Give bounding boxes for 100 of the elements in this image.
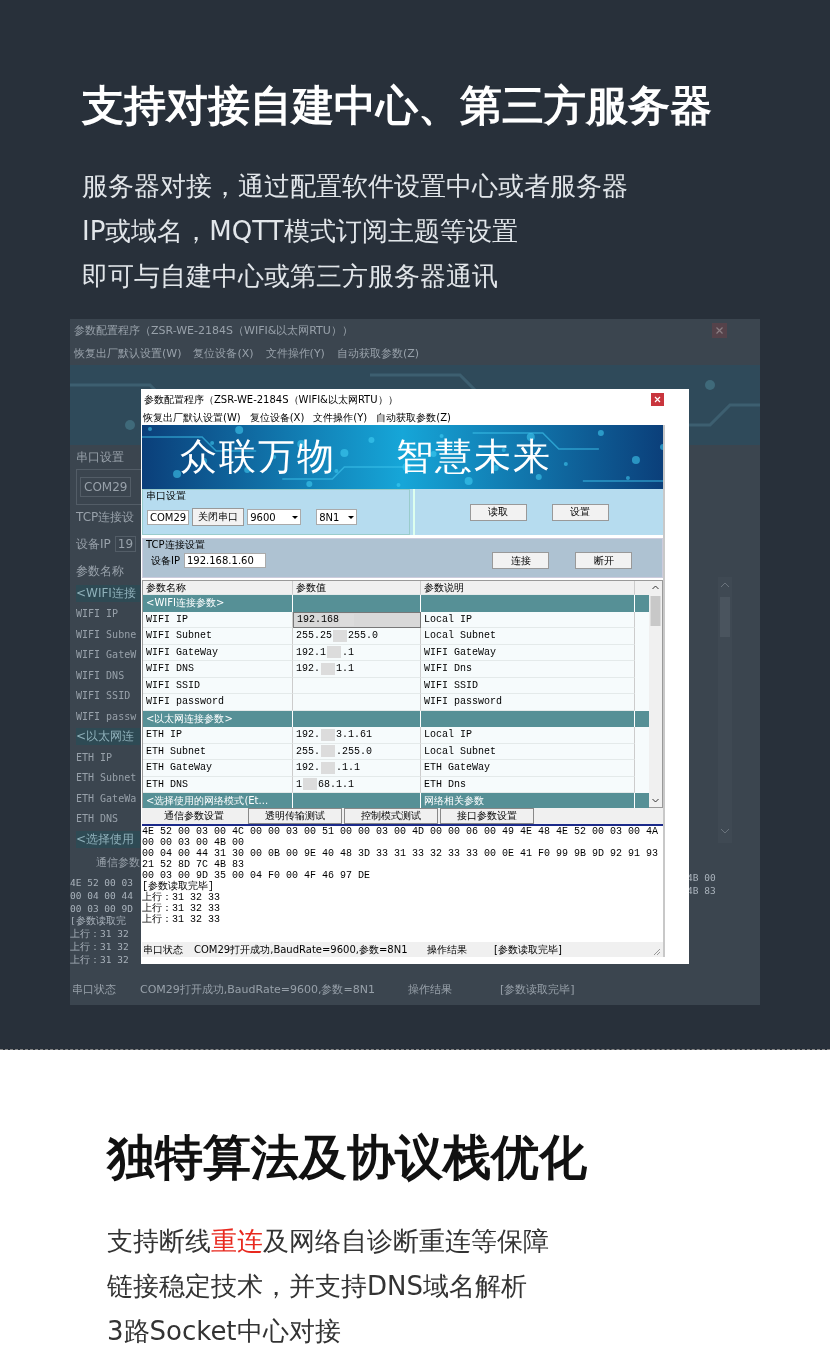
resize-grip-icon[interactable] — [652, 947, 661, 956]
status-text: [参数读取完毕] — [494, 943, 562, 957]
table-cell: WIFI IP — [143, 611, 293, 628]
table-cell: WIFI GateWay — [421, 644, 635, 661]
table-cell: WIFI SSID — [143, 677, 293, 694]
table-cell: ETH Subnet — [76, 772, 137, 784]
status-text: 串口状态 — [143, 943, 183, 957]
banner-slogan: 智慧未来 — [396, 434, 552, 480]
log-line: 4E 52 00 03 00 4C 00 00 03 00 51 00 00 03 00 4D 00 00 06 00 49 4E 48 4E 52 00 03 00 4A 00 00 03 00 4B 00 — [142, 826, 660, 848]
table-cell: WIFI DNS — [143, 661, 293, 678]
field-label: 设备IP — [151, 553, 180, 568]
table-cell: WIFI DNS — [76, 669, 125, 681]
caret-icon — [347, 513, 356, 521]
ip-field[interactable]: 19 — [114, 536, 137, 552]
log-line: 上行：31 32 — [70, 940, 129, 954]
menu-item[interactable]: 文件操作(Y) — [313, 410, 368, 425]
status-text: 串口状态 — [72, 981, 116, 997]
status-text: [参数读取完毕] — [500, 981, 575, 997]
menu-item[interactable]: 自动获取参数(Z) — [376, 410, 451, 425]
table-cell: ETH DNS — [76, 813, 119, 825]
table-cell: WIFI GateW — [76, 649, 137, 661]
menu-item[interactable]: 文件操作(Y) — [265, 346, 325, 361]
table-section-row: <选择使用 — [76, 830, 140, 848]
format-dropdown[interactable]: 8N1 — [316, 509, 358, 525]
table-cell: WIFI Dns — [421, 661, 635, 678]
menu-item[interactable]: 恢复出厂默认设置(W) — [74, 346, 182, 361]
tab[interactable]: 透明传输测试 — [248, 808, 342, 824]
table-cell: Local IP — [421, 727, 635, 744]
close-icon[interactable] — [712, 323, 727, 338]
section-title: <WIFI连接参数> — [146, 596, 225, 611]
table-cell: WIFI SSID — [76, 690, 131, 702]
table-cell: WIFI password — [421, 694, 635, 711]
tab[interactable]: 接口参数设置 — [440, 808, 534, 824]
group-title: TCP连接设置 — [145, 539, 206, 551]
body-line: 支持断线重连及网络自诊断重连等保障 — [107, 1225, 550, 1258]
table-cell: 192.1 .1 — [293, 644, 421, 661]
table-cell: ETH GateWa — [76, 792, 137, 804]
close-icon[interactable] — [651, 393, 664, 406]
baud-dropdown[interactable]: 9600 — [247, 509, 302, 525]
log-line: 上行：31 32 33 — [142, 903, 221, 914]
status-text: COM29打开成功,BaudRate=9600,参数=8N1 — [140, 981, 375, 997]
table-cell: 192. 1.1 — [293, 661, 421, 678]
table-cell: 255.25 255.0 — [293, 628, 421, 645]
log-line: [参数读取完 — [70, 914, 126, 928]
banner-slogan: 众联万物 — [180, 434, 336, 480]
caret-icon — [291, 513, 300, 521]
table-cell: ETH IP — [143, 727, 293, 744]
window-title: 参数配置程序（ZSR-WE-2184S（WIFI&以太网RTU）） — [144, 392, 398, 407]
log-line: 上行：31 32 33 — [142, 914, 221, 925]
log-line: 上行：31 32 — [70, 927, 129, 941]
group-title: 串口设置 — [145, 490, 187, 502]
table-cell: Local Subnet — [421, 743, 635, 760]
table-cell: ETH GateWay — [421, 760, 635, 777]
table-cell: Local IP — [421, 611, 635, 628]
log-line: 00 04 00 44 31 30 00 0B 00 9E 40 48 3D 33 31 33 32 33 33 00 0E 41 F0 99 9B 9D 92 91 93 21 52 8D 7C 4B 83 — [142, 848, 660, 870]
table-cell: Local Subnet — [421, 628, 635, 645]
scrollbar[interactable] — [649, 581, 662, 807]
table-cell: WIFI passw — [76, 710, 137, 722]
port-field[interactable]: COM29 — [147, 509, 190, 525]
body-line: 链接稳定技术，并支持DNS域名解析 — [107, 1270, 528, 1303]
menu-item[interactable]: 复位设备(X) — [193, 346, 254, 361]
intro-line: IP或域名，MQTT模式订阅主题等设置 — [82, 215, 519, 248]
disconnect-button[interactable]: 断开 — [575, 552, 632, 569]
log-line: 上行：31 32 — [70, 953, 129, 967]
connect-button[interactable]: 连接 — [492, 552, 549, 569]
read-button[interactable]: 读取 — [469, 503, 527, 521]
table-cell: 192. 3.1.61 — [293, 727, 421, 744]
table-section-row: <WIFI连接 — [76, 584, 140, 602]
menu-item[interactable]: 自动获取参数(Z) — [336, 346, 420, 361]
log-line: 00 03 00 9D 35 00 04 F0 00 4F 46 97 DE — [142, 870, 372, 881]
table-cell: ETH GateWay — [143, 760, 293, 777]
group-title: 串口设置 — [76, 448, 124, 466]
table-cell: 255. .255.0 — [293, 743, 421, 760]
ip-field[interactable]: 192.168.1.60 — [184, 553, 266, 568]
table-cell: WIFI Subnet — [143, 628, 293, 645]
column-header: 参数名称 — [76, 562, 124, 580]
set-button[interactable]: 设置 — [551, 503, 609, 521]
intro-line: 服务器对接，通过配置软件设置中心或者服务器 — [82, 170, 629, 203]
port-field[interactable]: COM29 — [80, 477, 132, 497]
table-section-row: <以太网连 — [76, 728, 140, 746]
tab[interactable]: 通信参数 — [86, 855, 140, 870]
menu-item[interactable]: 复位设备(X) — [249, 410, 305, 425]
menu-item[interactable]: 恢复出厂默认设置(W) — [143, 410, 241, 425]
table-cell: WIFI Subne — [76, 628, 137, 640]
status-text: 操作结果 — [408, 981, 452, 997]
field-label: 设备IP — [76, 535, 111, 553]
window-title: 参数配置程序（ZSR-WE-2184S（WIFI&以太网RTU）） — [74, 323, 353, 338]
status-text: COM29打开成功,BaudRate=9600,参数=8N1 — [194, 943, 408, 957]
table-cell: WIFI SSID — [421, 677, 635, 694]
page-heading: 支持对接自建中心、第三方服务器 — [82, 80, 713, 132]
table-cell: ETH IP — [76, 751, 113, 763]
log-line: 00 03 00 9D — [70, 902, 133, 914]
log-line: [参数读取完毕] — [142, 881, 215, 892]
section-title: <选择使用的网络模式(Et... — [146, 794, 269, 809]
tab[interactable]: 控制模式测试 — [344, 808, 438, 824]
close-port-button[interactable]: 关闭串口 — [192, 508, 245, 526]
table-cell: ETH Subnet — [143, 743, 293, 760]
group-title: TCP连接设 — [76, 508, 135, 526]
section-heading: 独特算法及协议栈优化 — [107, 1128, 588, 1187]
table-cell: 192. .1.1 — [293, 760, 421, 777]
